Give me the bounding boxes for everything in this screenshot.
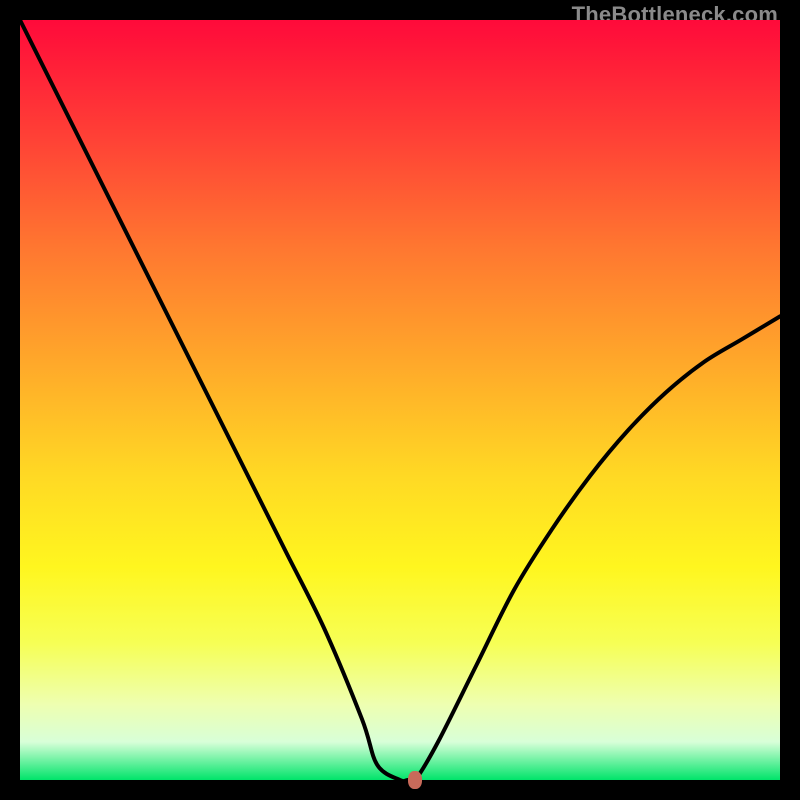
chart-frame: TheBottleneck.com xyxy=(0,0,800,800)
optimal-point-marker xyxy=(408,771,422,789)
plot-area xyxy=(20,20,780,780)
curve-svg xyxy=(20,20,780,780)
bottleneck-curve-path xyxy=(20,20,780,780)
